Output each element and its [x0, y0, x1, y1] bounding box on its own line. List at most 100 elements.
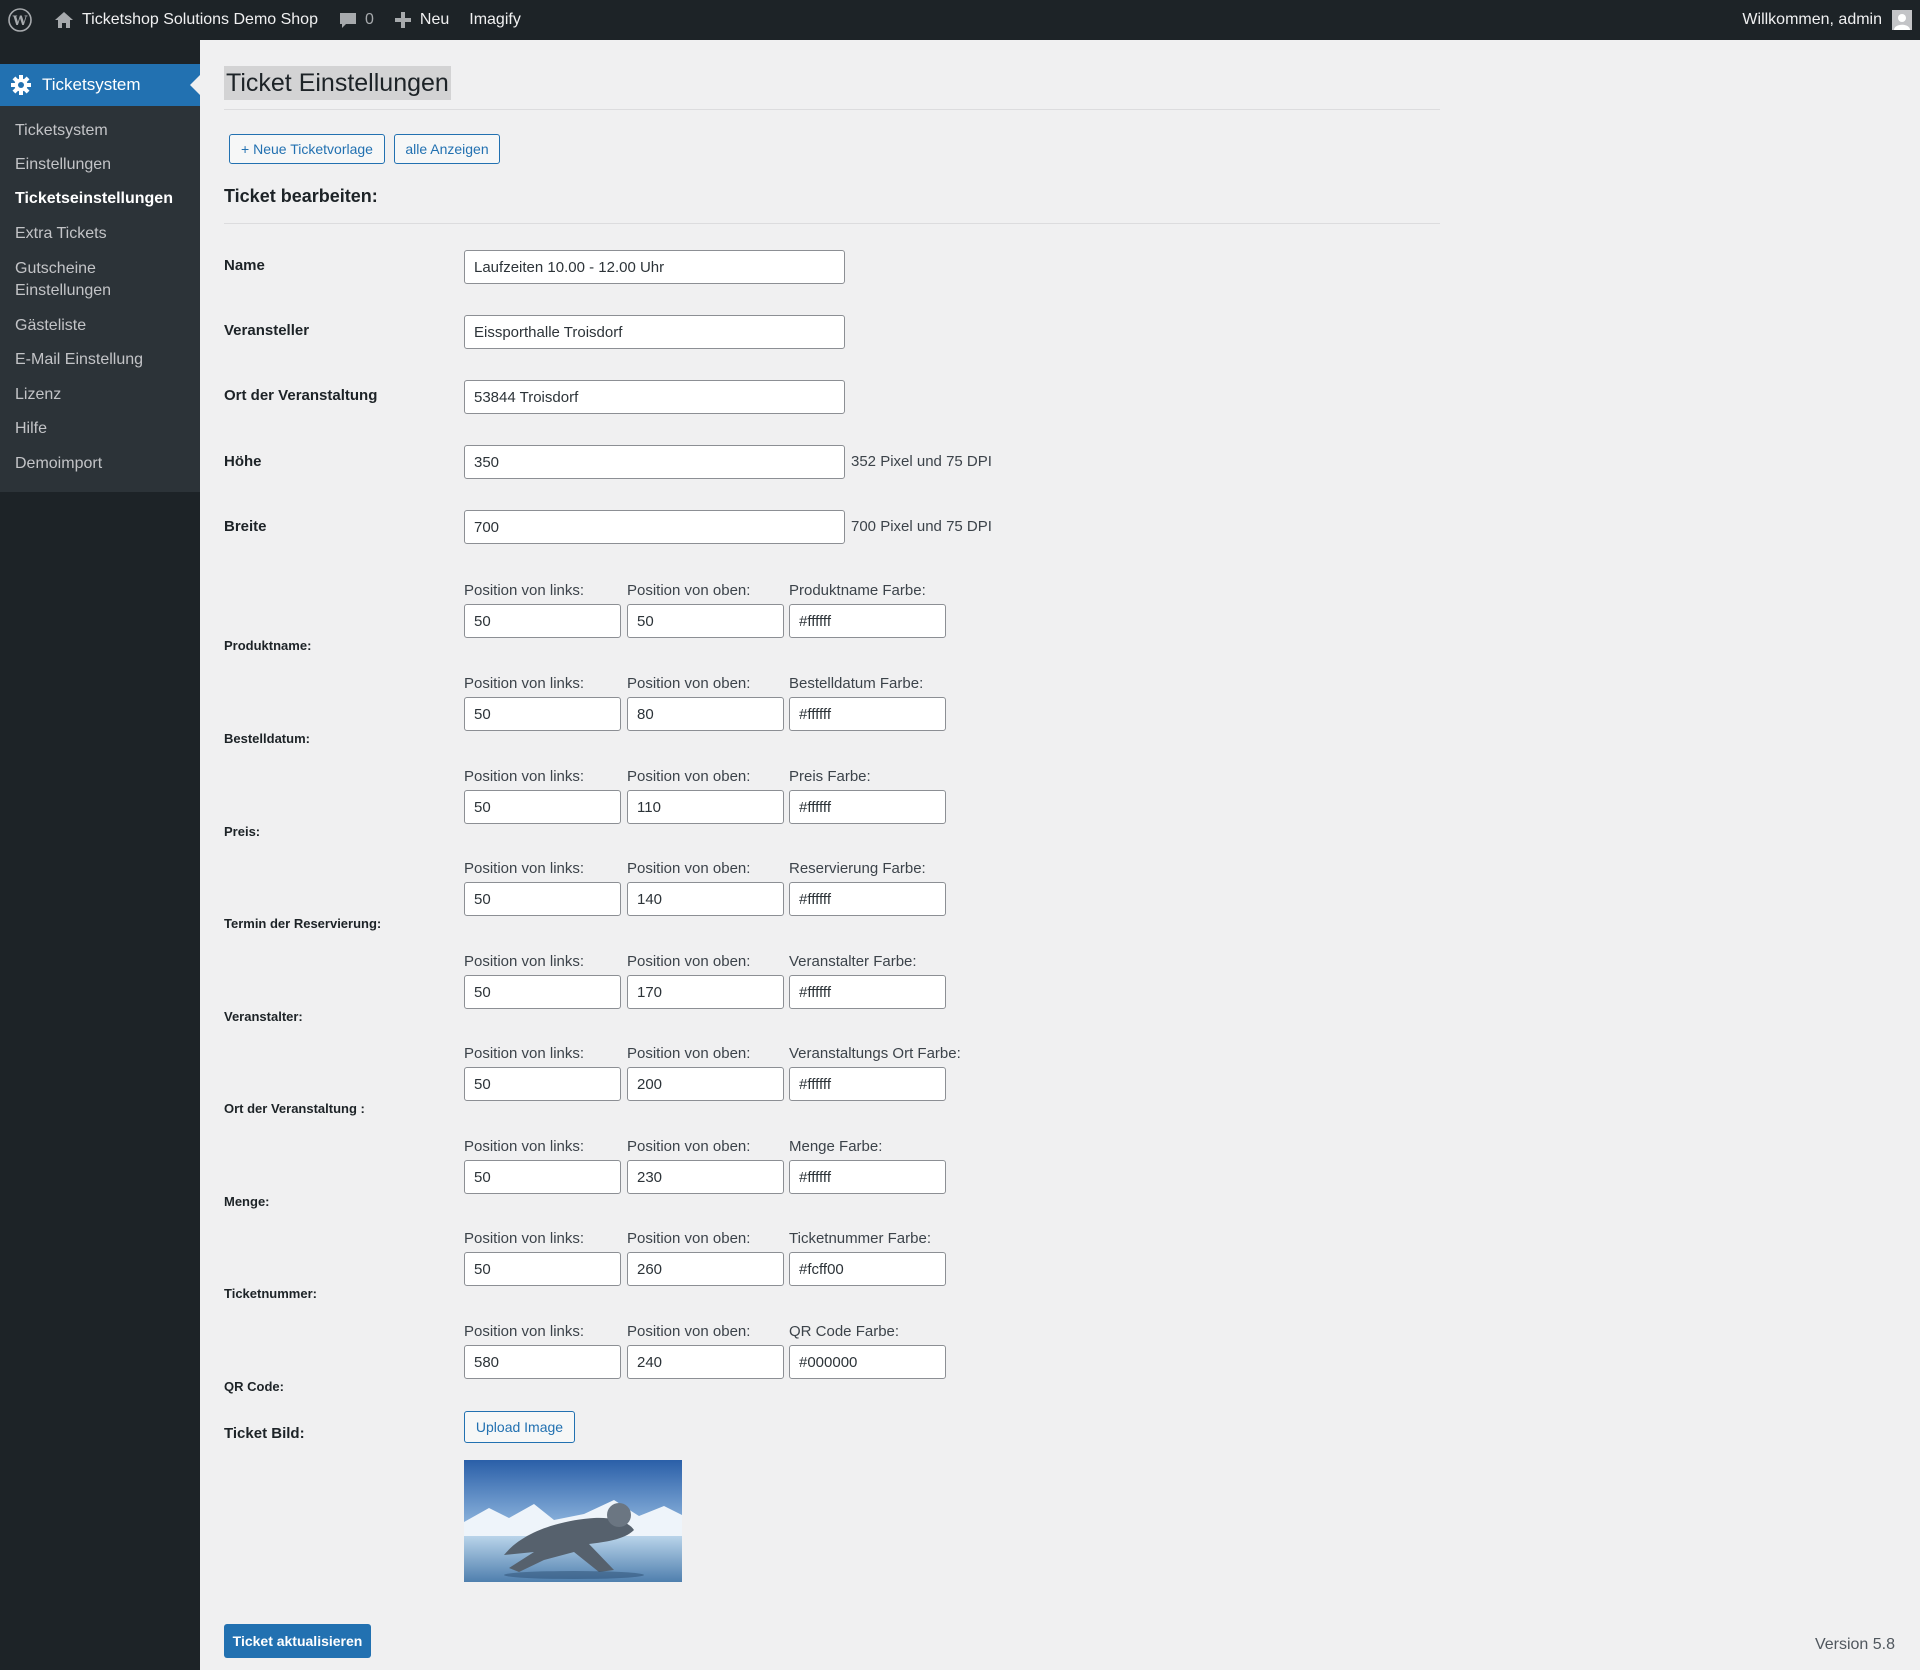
color-input[interactable]: #ffffff — [789, 1160, 946, 1194]
pos-top-input[interactable]: 80 — [627, 697, 784, 731]
pos-top-label: Position von oben: — [627, 675, 751, 692]
color-input[interactable]: #fcff00 — [789, 1252, 946, 1286]
pos-top-input[interactable]: 240 — [627, 1345, 784, 1379]
menge-label: Menge: — [224, 1194, 270, 1209]
page-title: Ticket Einstellungen — [224, 66, 451, 100]
color-label: QR Code Farbe: — [789, 1323, 900, 1340]
pos-top-input[interactable]: 260 — [627, 1252, 784, 1286]
pos-left-label: Position von links: — [464, 860, 585, 877]
ticketnummer-label: Ticketnummer: — [224, 1286, 317, 1301]
color-label: Preis Farbe: — [789, 768, 871, 785]
ort-label: Ort der Veranstaltung — [224, 387, 378, 404]
pos-left-label: Position von links: — [464, 768, 585, 785]
pos-top-input[interactable]: 170 — [627, 975, 784, 1009]
qrcode-label: QR Code: — [224, 1379, 284, 1394]
ticket-image-preview — [464, 1460, 682, 1582]
pos-top-label: Position von oben: — [627, 582, 751, 599]
menu-ticketsystem[interactable]: Ticketsystem — [0, 64, 200, 106]
submenu-einstellungen[interactable]: Einstellungen — [0, 154, 126, 176]
imagify-link[interactable]: Imagify — [459, 0, 531, 40]
wordpress-icon: W — [8, 8, 32, 32]
pos-top-input[interactable]: 200 — [627, 1067, 784, 1101]
pos-left-input[interactable]: 50 — [464, 790, 621, 824]
submenu-extra-tickets[interactable]: Extra Tickets — [0, 223, 122, 245]
color-input[interactable]: #ffffff — [789, 790, 946, 824]
submenu-gaesteliste[interactable]: Gästeliste — [0, 315, 101, 337]
color-label: Reservierung Farbe: — [789, 860, 926, 877]
pos-top-label: Position von oben: — [627, 953, 751, 970]
show-all-button[interactable]: alle Anzeigen — [394, 134, 500, 164]
breite-field[interactable]: 700 — [464, 510, 845, 544]
my-account[interactable]: Willkommen, admin — [1742, 0, 1920, 40]
home-icon — [55, 12, 73, 28]
name-field[interactable]: Laufzeiten 10.00 - 12.00 Uhr — [464, 250, 845, 284]
submenu-ticketseinstellungen[interactable]: Ticketseinstellungen — [0, 188, 188, 210]
comment-icon — [339, 13, 356, 28]
pos-top-label: Position von oben: — [627, 1230, 751, 1247]
color-label: Menge Farbe: — [789, 1138, 883, 1155]
submenu-gutscheine[interactable]: Gutscheine Einstellungen — [0, 258, 150, 302]
color-label: Veranstaltungs Ort Farbe: — [789, 1045, 961, 1062]
pos-left-input[interactable]: 50 — [464, 882, 621, 916]
pos-left-label: Position von links: — [464, 1045, 585, 1062]
pos-left-input[interactable]: 50 — [464, 1252, 621, 1286]
wordpress-logo-button[interactable]: W — [0, 0, 44, 40]
veranstalter-field[interactable]: Eissporthalle Troisdorf — [464, 315, 845, 349]
bestelldatum-label: Bestelldatum: — [224, 731, 310, 746]
submenu-ticketsystem[interactable]: Ticketsystem — [0, 120, 123, 142]
admin-bar: W Ticketshop Solutions Demo Shop 0 Neu I… — [0, 0, 1920, 40]
pos-top-input[interactable]: 230 — [627, 1160, 784, 1194]
submenu-demoimport[interactable]: Demoimport — [0, 453, 117, 475]
upload-image-button[interactable]: Upload Image — [464, 1411, 575, 1443]
pos-left-label: Position von links: — [464, 1323, 585, 1340]
field-row-ticketnummer: Ticketnummer: Position von links: Positi… — [224, 1230, 1024, 1310]
site-name-link[interactable]: Ticketshop Solutions Demo Shop — [44, 0, 328, 40]
hoehe-label: Höhe — [224, 453, 262, 470]
new-template-button[interactable]: + Neue Ticketvorlage — [229, 134, 385, 164]
version-text: Version 5.8 — [1814, 1636, 1895, 1653]
submenu-email[interactable]: E-Mail Einstellung — [0, 349, 158, 371]
color-input[interactable]: #ffffff — [789, 604, 946, 638]
name-label: Name — [224, 257, 265, 274]
pos-left-label: Position von links: — [464, 1230, 585, 1247]
ort-field[interactable]: 53844 Troisdorf — [464, 380, 845, 414]
field-row-menge: Menge: Position von links: Position von … — [224, 1138, 1024, 1218]
pos-left-input[interactable]: 50 — [464, 1160, 621, 1194]
pos-left-input[interactable]: 50 — [464, 1067, 621, 1101]
pos-top-label: Position von oben: — [627, 1138, 751, 1155]
pos-top-input[interactable]: 140 — [627, 882, 784, 916]
pos-top-label: Position von oben: — [627, 1045, 751, 1062]
submenu-hilfe[interactable]: Hilfe — [0, 418, 62, 440]
update-ticket-button[interactable]: Ticket aktualisieren — [224, 1624, 371, 1658]
color-input[interactable]: #000000 — [789, 1345, 946, 1379]
color-input[interactable]: #ffffff — [789, 697, 946, 731]
breite-hint: 700 Pixel und 75 DPI — [851, 518, 992, 535]
pos-left-input[interactable]: 50 — [464, 697, 621, 731]
color-label: Veranstalter Farbe: — [789, 953, 917, 970]
section-title: Ticket bearbeiten: — [224, 186, 378, 206]
menu-current-label: Ticketsystem — [42, 75, 141, 94]
color-input[interactable]: #ffffff — [789, 975, 946, 1009]
current-arrow — [190, 75, 200, 95]
new-content-link[interactable]: Neu — [384, 0, 459, 40]
hoehe-field[interactable]: 350 — [464, 445, 845, 479]
submenu-lizenz[interactable]: Lizenz — [0, 384, 76, 406]
color-input[interactable]: #ffffff — [789, 882, 946, 916]
veranstalter-label: Veransteller — [224, 322, 310, 339]
pos-top-label: Position von oben: — [627, 860, 751, 877]
veranstalter-pos-label: Veranstalter: — [224, 1009, 303, 1024]
pos-left-input[interactable]: 50 — [464, 975, 621, 1009]
gear-icon — [11, 75, 31, 95]
pos-left-label: Position von links: — [464, 953, 585, 970]
pos-left-label: Position von links: — [464, 582, 585, 599]
pos-top-input[interactable]: 110 — [627, 790, 784, 824]
ticket-bild-label: Ticket Bild: — [224, 1425, 305, 1442]
imagify-label: Imagify — [469, 11, 521, 28]
pos-left-input[interactable]: 50 — [464, 604, 621, 638]
pos-left-input[interactable]: 580 — [464, 1345, 621, 1379]
comments-link[interactable]: 0 — [328, 0, 384, 40]
color-input[interactable]: #ffffff — [789, 1067, 946, 1101]
pos-top-input[interactable]: 50 — [627, 604, 784, 638]
preis-label: Preis: — [224, 824, 261, 839]
admin-sidebar: Ticketsystem Ticketsystem Einstellungen … — [0, 40, 200, 1670]
